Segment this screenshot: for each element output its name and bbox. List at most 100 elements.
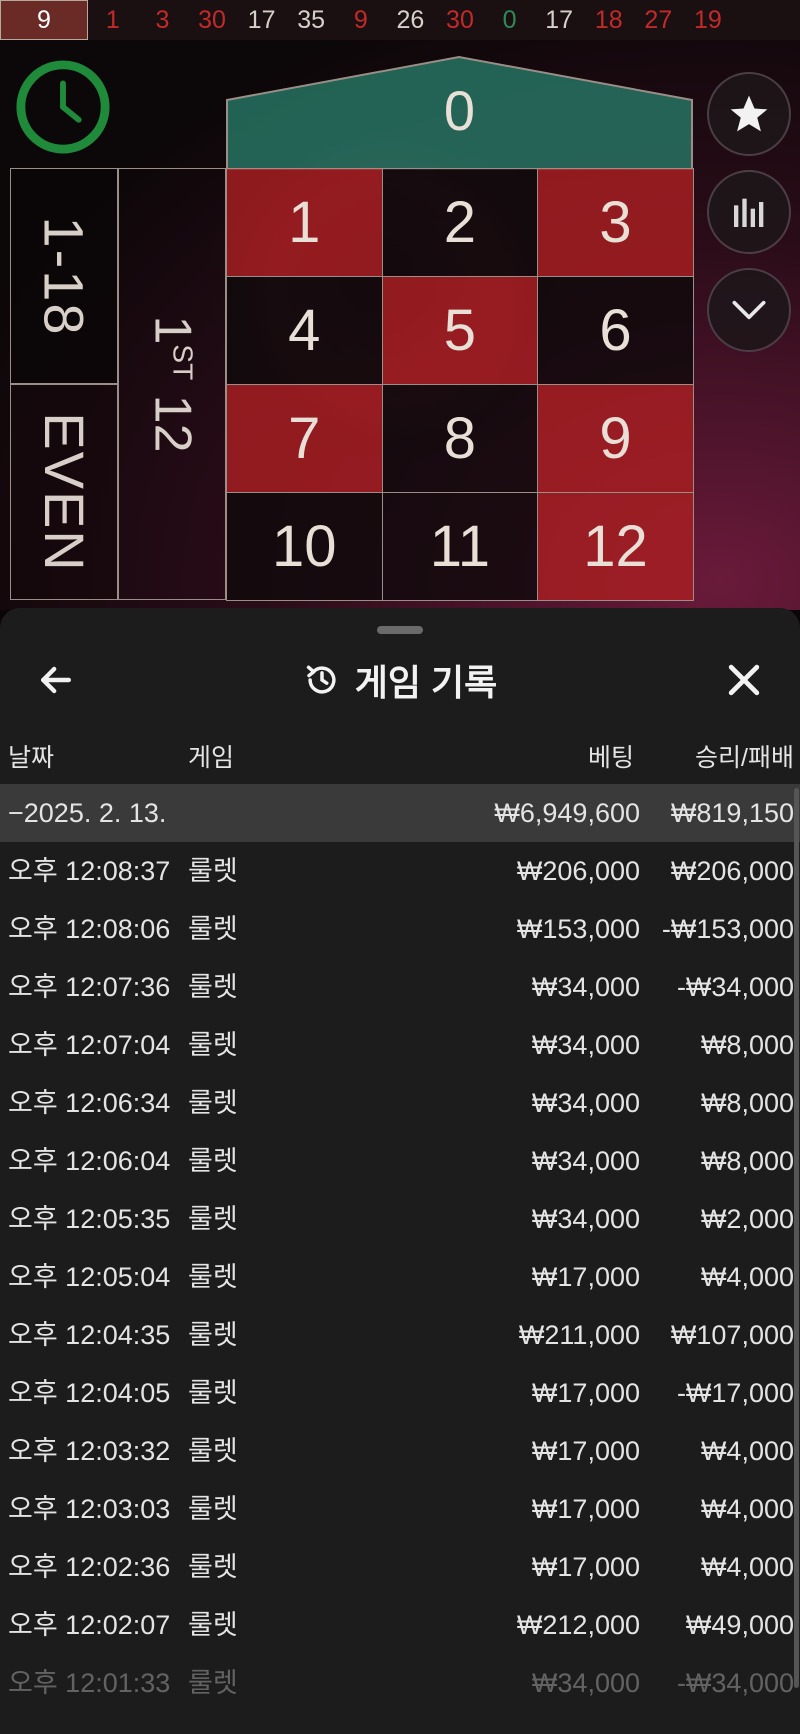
row-bet: ₩153,000 — [516, 914, 640, 944]
row-bet: ₩34,000 — [531, 1204, 640, 1234]
bet-number-9[interactable]: 9 — [538, 385, 694, 493]
history-row[interactable]: 오후 12:08:37 룰렛 ₩206,000 ₩206,000 — [0, 842, 800, 900]
history-row[interactable]: 오후 12:07:04 룰렛 ₩34,000 ₩8,000 — [0, 1016, 800, 1074]
history-row[interactable]: 오후 12:05:04 룰렛 ₩17,000 ₩4,000 — [0, 1248, 800, 1306]
bet-1-18-label: 1-18 — [32, 215, 96, 337]
column-header-bet: 베팅 — [587, 744, 634, 772]
recent-result: 19 — [694, 5, 722, 34]
favorites-button[interactable] — [707, 72, 791, 156]
row-bet: ₩34,000 — [531, 1146, 640, 1176]
bet-1-18[interactable]: 1-18 — [10, 168, 118, 384]
history-row[interactable]: 오후 12:03:03 룰렛 ₩17,000 ₩4,000 — [0, 1480, 800, 1538]
history-row[interactable]: 오후 12:07:36 룰렛 ₩34,000 -₩34,000 — [0, 958, 800, 1016]
row-winloss: ₩4,000 — [700, 1552, 794, 1582]
history-row[interactable]: 오후 12:08:06 룰렛 ₩153,000 -₩153,000 — [0, 900, 800, 958]
close-icon[interactable] — [722, 658, 766, 702]
history-row[interactable]: 오후 12:04:05 룰렛 ₩17,000 -₩17,000 — [0, 1364, 800, 1422]
row-time: 오후 12:05:04 — [8, 1262, 171, 1292]
scrollbar[interactable] — [794, 788, 799, 1688]
bet-number-3[interactable]: 3 — [538, 169, 694, 277]
row-time: 오후 12:04:05 — [8, 1378, 171, 1408]
row-game: 룰렛 — [188, 1552, 238, 1582]
number-grid: 1 2 3 4 5 6 7 8 9 10 11 12 — [226, 168, 694, 601]
row-winloss: ₩4,000 — [700, 1436, 794, 1466]
collapse-button[interactable] — [707, 268, 791, 352]
row-game: 룰렛 — [188, 1436, 238, 1466]
bet-number-6[interactable]: 6 — [538, 277, 694, 385]
recent-result: 1 — [105, 5, 120, 34]
row-game: 룰렛 — [188, 914, 238, 944]
date-summary-row[interactable]: −2025. 2. 13. ₩6,949,600 ₩819,150 — [0, 784, 800, 842]
bet-number-5[interactable]: 5 — [382, 277, 539, 385]
row-time: 오후 12:08:37 — [8, 856, 171, 886]
row-bet: ₩17,000 — [531, 1378, 640, 1408]
row-bet: ₩34,000 — [531, 972, 640, 1002]
row-winloss: -₩34,000 — [676, 972, 794, 1002]
bet-number-4[interactable]: 4 — [227, 277, 383, 385]
arrow-left-icon[interactable] — [34, 658, 78, 702]
bet-even[interactable]: EVEN — [10, 384, 118, 600]
row-time: 오후 12:03:03 — [8, 1494, 171, 1524]
chevron-down-icon — [732, 300, 766, 320]
row-game: 룰렛 — [188, 1494, 238, 1524]
row-time: 오후 12:07:04 — [8, 1030, 171, 1060]
history-icon — [306, 665, 336, 694]
row-bet: ₩206,000 — [516, 856, 640, 886]
row-time: 오후 12:06:34 — [8, 1088, 171, 1118]
history-row[interactable]: 오후 12:06:34 룰렛 ₩34,000 ₩8,000 — [0, 1074, 800, 1132]
sheet-title: 게임 기록 — [354, 662, 498, 703]
history-row[interactable]: 오후 12:02:36 룰렛 ₩17,000 ₩4,000 — [0, 1538, 800, 1596]
row-time: 오후 12:04:35 — [8, 1320, 171, 1350]
recent-result: 9 — [0, 0, 88, 40]
column-header-winloss: 승리/패배 — [695, 744, 794, 772]
row-time: 오후 12:08:06 — [8, 914, 171, 944]
row-game: 룰렛 — [188, 1610, 238, 1640]
history-row[interactable]: 오후 12:06:04 룰렛 ₩34,000 ₩8,000 — [0, 1132, 800, 1190]
row-time: 오후 12:02:36 — [8, 1552, 171, 1582]
row-winloss: ₩8,000 — [700, 1088, 794, 1118]
column-header-date: 날짜 — [8, 744, 55, 772]
row-bet: ₩212,000 — [516, 1610, 640, 1640]
summary-winloss: ₩819,150 — [670, 798, 794, 828]
row-bet: ₩17,000 — [531, 1262, 640, 1292]
bet-number-8[interactable]: 8 — [382, 385, 539, 493]
bet-1st-12-label: 1ST 12 — [143, 315, 201, 453]
bet-number-1[interactable]: 1 — [227, 169, 383, 277]
recent-result: 26 — [396, 5, 425, 34]
statistics-button[interactable] — [707, 170, 791, 254]
bet-number-11[interactable]: 11 — [382, 493, 539, 601]
row-winloss: ₩8,000 — [700, 1030, 794, 1060]
history-row[interactable]: 오후 12:03:32 룰렛 ₩17,000 ₩4,000 — [0, 1422, 800, 1480]
bar-chart-icon — [734, 198, 764, 227]
recent-result: 30 — [198, 5, 226, 34]
star-icon — [730, 95, 768, 132]
recent-results-strip: 9 1 3 30 17 35 9 26 30 0 17 18 27 19 — [0, 0, 800, 40]
row-winloss: -₩153,000 — [661, 914, 794, 944]
bet-number-2[interactable]: 2 — [382, 169, 539, 277]
row-bet: ₩34,000 — [531, 1668, 640, 1698]
bet-number-7[interactable]: 7 — [227, 385, 383, 493]
row-game: 룰렛 — [188, 1030, 238, 1060]
row-winloss: -₩34,000 — [676, 1668, 794, 1698]
row-winloss: ₩49,000 — [685, 1610, 794, 1640]
bet-1st-12[interactable]: 1ST 12 — [118, 168, 226, 600]
history-row[interactable]: 오후 12:01:33 룰렛 ₩34,000 -₩34,000 — [0, 1654, 800, 1712]
recent-result: 18 — [594, 5, 623, 34]
history-row[interactable]: 오후 12:04:35 룰렛 ₩211,000 ₩107,000 — [0, 1306, 800, 1364]
recent-result: 3 — [155, 5, 170, 34]
history-row[interactable]: 오후 12:05:35 룰렛 ₩34,000 ₩2,000 — [0, 1190, 800, 1248]
row-bet: ₩17,000 — [531, 1436, 640, 1466]
row-bet: ₩17,000 — [531, 1552, 640, 1582]
recent-result: 27 — [644, 5, 673, 34]
row-time: 오후 12:05:35 — [8, 1204, 171, 1234]
history-row[interactable]: 오후 12:02:07 룰렛 ₩212,000 ₩49,000 — [0, 1596, 800, 1654]
sheet-drag-handle[interactable] — [377, 626, 423, 634]
zero-label: 0 — [443, 79, 476, 142]
bet-number-10[interactable]: 10 — [227, 493, 383, 601]
summary-bet: ₩6,949,600 — [494, 798, 640, 828]
row-time: 오후 12:06:04 — [8, 1146, 171, 1176]
bet-number-12[interactable]: 12 — [538, 493, 694, 601]
sheet-header: 게임 기록 — [0, 652, 800, 708]
recent-result: 0 — [502, 5, 517, 34]
recent-result: 17 — [247, 5, 276, 34]
